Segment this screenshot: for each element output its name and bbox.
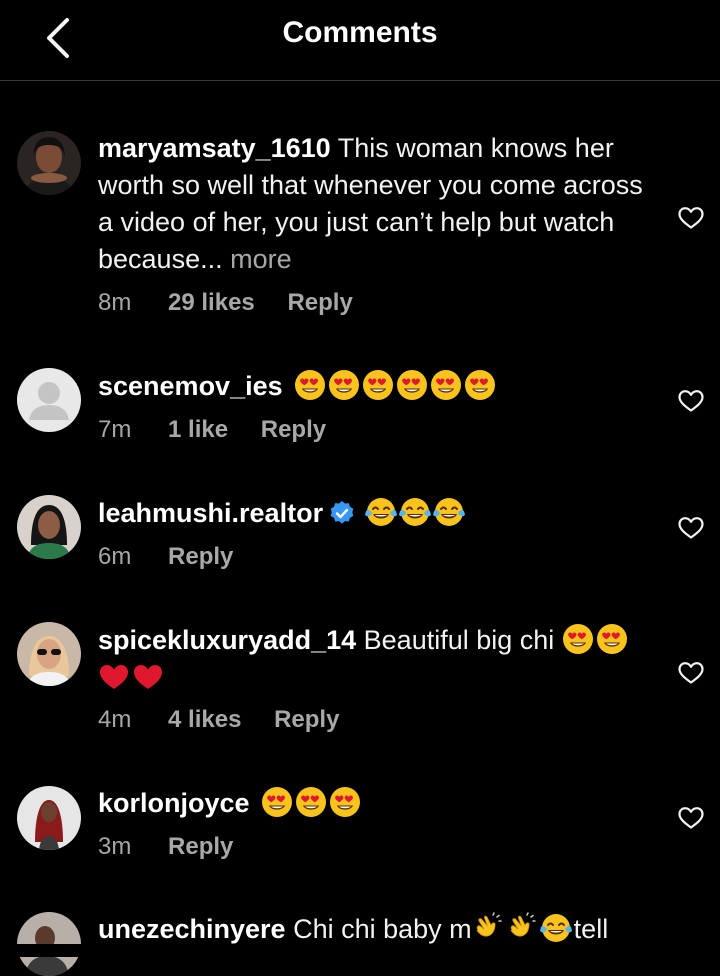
comment-body: korlonjoyce xyxy=(98,785,653,822)
comment-meta: 3m Reply xyxy=(98,833,233,861)
comment-body: spicekluxuryadd_14 Beautiful big chi xyxy=(98,622,653,696)
heart-eyes-emoji xyxy=(328,369,360,401)
emoji-group xyxy=(294,371,498,401)
heart-eyes-emoji xyxy=(596,623,628,655)
heart-outline-icon[interactable] xyxy=(676,657,706,687)
tears-of-joy-emoji xyxy=(365,496,397,528)
tears-of-joy-emoji xyxy=(399,496,431,528)
clapping-hands-emoji xyxy=(506,912,538,944)
likes-count[interactable]: 4 likes xyxy=(168,706,241,733)
heart-eyes-emoji xyxy=(329,786,361,818)
heart-outline-icon[interactable] xyxy=(676,385,706,415)
comment-username[interactable]: korlonjoyce xyxy=(98,788,250,818)
avatar[interactable] xyxy=(17,131,81,195)
comment-meta: 7m 1 like Reply xyxy=(98,416,326,444)
comment-username[interactable]: spicekluxuryadd_14 xyxy=(98,625,356,655)
reply-button[interactable]: Reply xyxy=(168,833,233,860)
heart-outline-icon[interactable] xyxy=(676,802,706,832)
comment-time: 3m xyxy=(98,833,132,860)
heart-outline-icon[interactable] xyxy=(676,202,706,232)
comment-body: scenemov_ies xyxy=(98,368,653,405)
page-title: Comments xyxy=(282,16,438,49)
comment-meta: 4m 4 likes Reply xyxy=(98,706,339,734)
top-bar: Comments xyxy=(0,0,720,81)
comment-time: 4m xyxy=(98,706,132,733)
verified-badge-icon xyxy=(330,501,354,524)
avatar[interactable] xyxy=(17,786,81,850)
emoji-group xyxy=(365,498,467,528)
heart-eyes-emoji xyxy=(464,369,496,401)
likes-count[interactable]: 29 likes xyxy=(168,289,255,316)
clapping-hands-emoji xyxy=(472,912,504,944)
heart-eyes-emoji xyxy=(562,623,594,655)
reply-button[interactable]: Reply xyxy=(168,543,233,570)
comment-username[interactable]: scenemov_ies xyxy=(98,371,283,401)
comment-username[interactable]: unezechinyere xyxy=(98,914,286,944)
avatar[interactable] xyxy=(17,622,81,686)
more-link[interactable]: more xyxy=(230,244,292,274)
heart-outline-icon[interactable] xyxy=(676,512,706,542)
comment-body: maryamsaty_1610 This woman knows her wor… xyxy=(98,130,653,278)
heart-eyes-emoji xyxy=(396,369,428,401)
red-heart-emoji xyxy=(132,660,164,692)
reply-button[interactable]: Reply xyxy=(287,289,352,316)
emoji-group xyxy=(261,788,363,818)
likes-count[interactable]: 1 like xyxy=(168,416,228,443)
comment-body: unezechinyere Chi chi baby m tell xyxy=(98,911,653,948)
avatar[interactable] xyxy=(17,368,81,432)
comment-time: 7m xyxy=(98,416,132,443)
heart-eyes-emoji xyxy=(261,786,293,818)
tears-of-joy-emoji xyxy=(540,912,572,944)
heart-eyes-emoji xyxy=(294,369,326,401)
red-heart-emoji xyxy=(98,660,130,692)
comment-text: Chi chi baby m xyxy=(293,914,472,944)
heart-eyes-emoji xyxy=(430,369,462,401)
comment-body: leahmushi.realtor xyxy=(98,495,653,532)
avatar[interactable] xyxy=(17,495,81,559)
tears-of-joy-emoji xyxy=(433,496,465,528)
comment-username[interactable]: maryamsaty_1610 xyxy=(98,133,331,163)
comment-username[interactable]: leahmushi.realtor xyxy=(98,498,323,528)
reply-button[interactable]: Reply xyxy=(261,416,326,443)
bottom-edge xyxy=(0,944,720,957)
emoji-group xyxy=(472,914,574,944)
heart-eyes-emoji xyxy=(362,369,394,401)
comment-time: 6m xyxy=(98,543,132,570)
comment-meta: 6m Reply xyxy=(98,543,233,571)
comment-meta: 8m 29 likes Reply xyxy=(98,289,353,317)
heart-eyes-emoji xyxy=(295,786,327,818)
reply-button[interactable]: Reply xyxy=(274,706,339,733)
comment-time: 8m xyxy=(98,289,132,316)
comment-text: Beautiful big chi xyxy=(363,625,555,655)
comment-text-after: tell xyxy=(573,914,609,944)
